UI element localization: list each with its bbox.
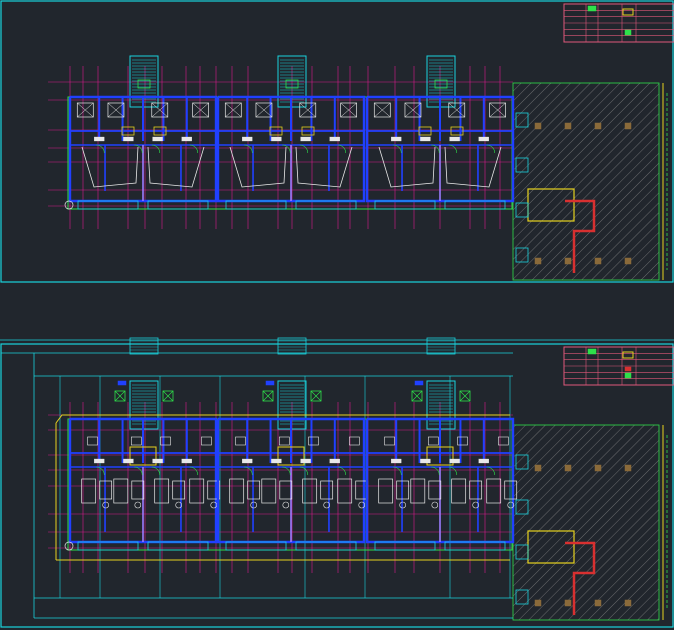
site-brown-mark	[624, 599, 632, 607]
site-brown-mark	[594, 464, 602, 472]
cad-drawing-canvas	[0, 0, 674, 630]
floor-plan-drawing	[0, 0, 674, 630]
room-label-mark	[449, 136, 460, 142]
room-label-mark	[181, 136, 192, 142]
hatched-region	[512, 82, 660, 281]
site-brown-mark	[624, 122, 632, 130]
vent-mark	[117, 380, 127, 386]
site-brown-mark	[534, 257, 542, 265]
site-brown-mark	[564, 122, 572, 130]
site-hatch-area	[512, 82, 668, 281]
room-label-mark	[420, 458, 431, 464]
room-label-mark	[152, 458, 163, 464]
site-brown-mark	[564, 599, 572, 607]
vent-mark	[414, 380, 424, 386]
room-label-mark	[123, 136, 134, 142]
title-block-mark	[624, 29, 632, 36]
room-label-mark	[300, 136, 311, 142]
room-label-mark	[420, 136, 431, 142]
site-brown-mark	[594, 599, 602, 607]
site-hatch-area	[512, 424, 668, 621]
hatched-region	[512, 424, 660, 621]
site-brown-mark	[594, 122, 602, 130]
site-brown-mark	[534, 122, 542, 130]
site-brown-mark	[564, 257, 572, 265]
site-brown-mark	[594, 257, 602, 265]
room-label-mark	[152, 136, 163, 142]
title-block-mark	[624, 372, 632, 379]
room-label-mark	[242, 136, 253, 142]
room-label-mark	[329, 458, 340, 464]
room-label-mark	[94, 136, 105, 142]
room-label-mark	[329, 136, 340, 142]
site-brown-mark	[534, 464, 542, 472]
room-label-mark	[271, 136, 282, 142]
room-label-mark	[181, 458, 192, 464]
room-label-mark	[478, 458, 489, 464]
site-brown-mark	[624, 464, 632, 472]
title-block-mark	[587, 348, 597, 355]
room-label-mark	[123, 458, 134, 464]
room-label-mark	[478, 136, 489, 142]
room-label-mark	[242, 458, 253, 464]
room-label-mark	[300, 458, 311, 464]
site-brown-mark	[534, 599, 542, 607]
room-label-mark	[391, 136, 402, 142]
title-block-mark	[587, 5, 597, 12]
room-label-mark	[449, 458, 460, 464]
site-brown-mark	[564, 464, 572, 472]
site-brown-mark	[624, 257, 632, 265]
vent-mark	[265, 380, 275, 386]
title-block-mark	[624, 366, 632, 372]
room-label-mark	[391, 458, 402, 464]
room-label-mark	[271, 458, 282, 464]
room-label-mark	[94, 458, 105, 464]
